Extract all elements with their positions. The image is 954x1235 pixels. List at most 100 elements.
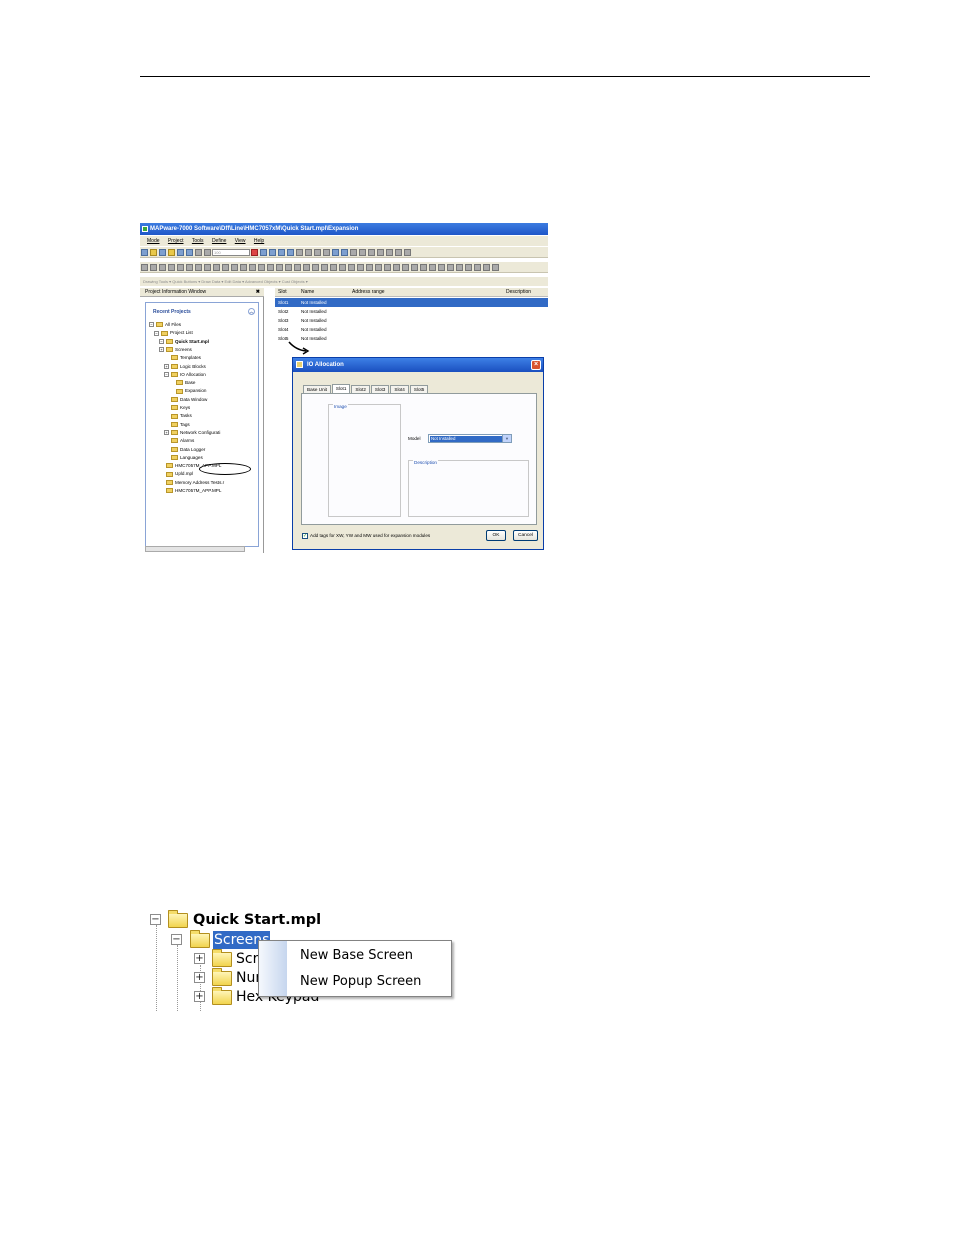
layout2-icon[interactable] (377, 249, 384, 256)
run-icon[interactable] (260, 249, 267, 256)
tool-icon[interactable] (429, 264, 436, 271)
zoom-combo[interactable]: 100 (212, 249, 250, 256)
tool-icon[interactable] (474, 264, 481, 271)
menu-help[interactable]: Help (254, 236, 264, 246)
zoom-in-icon[interactable] (195, 249, 202, 256)
grid-icon[interactable] (323, 249, 330, 256)
collapse-icon[interactable]: − (150, 914, 161, 925)
project-node[interactable]: Quick Start.mpl (193, 911, 321, 929)
tree-node[interactable]: Templates (164, 354, 201, 362)
redo-icon[interactable] (359, 249, 366, 256)
tree-node[interactable]: Memory Address Tests.r (159, 479, 224, 487)
tool-icon[interactable] (465, 264, 472, 271)
collapse-icon[interactable]: − (154, 330, 159, 336)
tool-icon[interactable] (321, 264, 328, 271)
tool-icon[interactable] (348, 264, 355, 271)
expand-icon[interactable]: + (194, 991, 205, 1002)
tree-node[interactable]: Base (169, 379, 195, 387)
cancel-button[interactable]: Cancel (513, 530, 538, 541)
tool-icon[interactable] (195, 264, 202, 271)
tool-icon[interactable] (285, 264, 292, 271)
tool-icon[interactable] (213, 264, 220, 271)
undo-icon[interactable] (350, 249, 357, 256)
close-icon[interactable]: × (531, 360, 541, 370)
zoom-out-icon[interactable] (204, 249, 211, 256)
tool-icon[interactable] (330, 264, 337, 271)
download-icon[interactable] (251, 249, 258, 256)
open-icon[interactable] (150, 249, 157, 256)
col-name[interactable]: Name (301, 288, 314, 297)
tree-node[interactable]: + Network Configurati (164, 429, 220, 437)
collapse-icon[interactable]: − (159, 338, 164, 344)
tool-icon[interactable] (312, 264, 319, 271)
tree-node[interactable]: Alarms (164, 437, 194, 445)
paste-icon[interactable] (314, 249, 321, 256)
menu-tools[interactable]: Tools (192, 236, 204, 246)
tree-node[interactable]: HMC7057M_APP.MPL (159, 487, 221, 495)
tree-node[interactable]: Tags (164, 421, 190, 429)
tool-icon[interactable] (411, 264, 418, 271)
folder-icon[interactable] (168, 249, 175, 256)
tool-icon[interactable] (339, 264, 346, 271)
col-address-range[interactable]: Address range (352, 288, 385, 297)
table-row[interactable]: Slot2 Not Installed (275, 307, 548, 316)
cut-icon[interactable] (296, 249, 303, 256)
tool-icon[interactable] (249, 264, 256, 271)
tree-node[interactable]: Expansion (169, 387, 206, 395)
align-icon[interactable] (404, 249, 411, 256)
tool-icon[interactable] (186, 264, 193, 271)
tree-node[interactable]: Keys (164, 404, 190, 412)
tool-icon[interactable] (240, 264, 247, 271)
tool-icon[interactable] (276, 264, 283, 271)
add-tags-checkbox[interactable]: ✓ (302, 533, 308, 539)
tree-node[interactable]: + Screens (159, 346, 192, 354)
expand-icon[interactable]: + (159, 347, 164, 353)
tool-icon[interactable] (159, 264, 166, 271)
tool-icon[interactable] (393, 264, 400, 271)
tool-icon[interactable] (384, 264, 391, 271)
tool-icon[interactable] (222, 264, 229, 271)
model-select[interactable]: Not Installed ▼ (428, 434, 512, 443)
save-icon[interactable] (159, 249, 166, 256)
col-slot[interactable]: Slot (278, 288, 287, 297)
table-row[interactable]: Slot1 Not Installed (275, 298, 548, 307)
tree-node[interactable]: Data Window (164, 396, 207, 404)
tree-node[interactable]: + Logic Blocks (164, 363, 206, 371)
dialog-titlebar[interactable]: IO Allocation × (293, 358, 543, 372)
tool-icon[interactable] (483, 264, 490, 271)
tool-icon[interactable] (366, 264, 373, 271)
print-preview-icon[interactable] (186, 249, 193, 256)
expand-icon[interactable]: + (194, 953, 205, 964)
layout3-icon[interactable] (386, 249, 393, 256)
table-row[interactable]: Slot4 Not Installed (275, 325, 548, 334)
collapse-chevron-icon[interactable]: ︽ (248, 308, 255, 315)
tree-node[interactable]: Languages (164, 454, 203, 462)
help-icon[interactable] (287, 249, 294, 256)
col-description[interactable]: Description (506, 288, 531, 297)
tool-icon[interactable] (357, 264, 364, 271)
print-icon[interactable] (177, 249, 184, 256)
new-base-screen-item[interactable]: New Base Screen (300, 948, 413, 964)
tool-icon[interactable] (303, 264, 310, 271)
table-row[interactable]: Slot3 Not Installed (275, 316, 548, 325)
tool-icon[interactable] (294, 264, 301, 271)
table-row[interactable]: Slot5 Not Installed (275, 334, 548, 343)
tool-icon[interactable] (447, 264, 454, 271)
layout4-icon[interactable] (395, 249, 402, 256)
settings-icon[interactable] (278, 249, 285, 256)
arrow-left-icon[interactable] (332, 249, 339, 256)
menu-project[interactable]: Project (168, 236, 184, 246)
layout-icon[interactable] (368, 249, 375, 256)
menu-view[interactable]: View (235, 236, 246, 246)
tree-node[interactable]: Upld.mpl (159, 470, 193, 478)
horizontal-scrollbar[interactable] (145, 546, 245, 552)
window-titlebar[interactable]: MAPware-7000 Software\Dff\Line\HMC7057xM… (140, 223, 548, 235)
tree-node[interactable]: − Quick Start.mpl (159, 338, 209, 346)
arrow-right-icon[interactable] (341, 249, 348, 256)
tree-node[interactable]: − IO Allocation (164, 371, 206, 379)
expand-icon[interactable]: + (194, 972, 205, 983)
tool-icon[interactable] (375, 264, 382, 271)
tree-node[interactable]: Tasks (164, 412, 192, 420)
toolbar-categories[interactable]: Drawing Tools ▾ Quick Buttons ▾ Draw Dat… (140, 277, 548, 286)
screen-icon[interactable] (269, 249, 276, 256)
